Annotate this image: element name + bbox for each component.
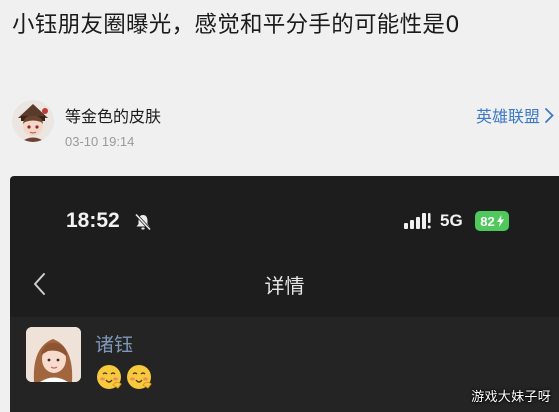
poster-name[interactable]: 诸钰 bbox=[95, 330, 133, 357]
author-name[interactable]: 等金色的皮肤 bbox=[65, 103, 161, 127]
wink-face-emoji-icon bbox=[127, 365, 152, 389]
battery-indicator: 82 bbox=[475, 211, 509, 231]
nav-title: 详情 bbox=[264, 274, 305, 298]
detail-nav-bar: 详情 bbox=[10, 256, 559, 312]
post-content-emojis bbox=[95, 363, 153, 391]
chevron-right-icon bbox=[545, 107, 554, 123]
bolt-icon bbox=[496, 215, 504, 227]
author-row: 等金色的皮肤 03-10 19:14 英雄联盟 bbox=[0, 92, 559, 158]
poster-avatar[interactable] bbox=[26, 327, 81, 382]
channel-label[interactable]: 英雄联盟 bbox=[476, 103, 540, 127]
article-title: 小钰朋友圈曝光，感觉和平分手的可能性是0 bbox=[12, 12, 460, 38]
post-timestamp: 03-10 19:14 bbox=[65, 134, 135, 149]
author-avatar[interactable] bbox=[12, 100, 54, 142]
battery-level: 82 bbox=[480, 213, 495, 229]
signal-bars-icon bbox=[404, 213, 431, 229]
avatar-cartoon-girl-icon bbox=[12, 100, 54, 142]
avatar-photo-icon bbox=[26, 327, 81, 382]
channel-link[interactable]: 英雄联盟 bbox=[476, 103, 555, 127]
status-bar-time: 18:52 bbox=[66, 209, 120, 232]
bell-slash-icon bbox=[134, 213, 152, 231]
network-type: 5G bbox=[440, 211, 463, 230]
watermark: 游戏大妹子呀 bbox=[471, 390, 551, 405]
embedded-phone-screenshot: 18:52 5G 82 详情 诸钰 游戏大妹子呀 bbox=[10, 176, 559, 412]
wink-face-emoji-icon bbox=[97, 365, 122, 389]
